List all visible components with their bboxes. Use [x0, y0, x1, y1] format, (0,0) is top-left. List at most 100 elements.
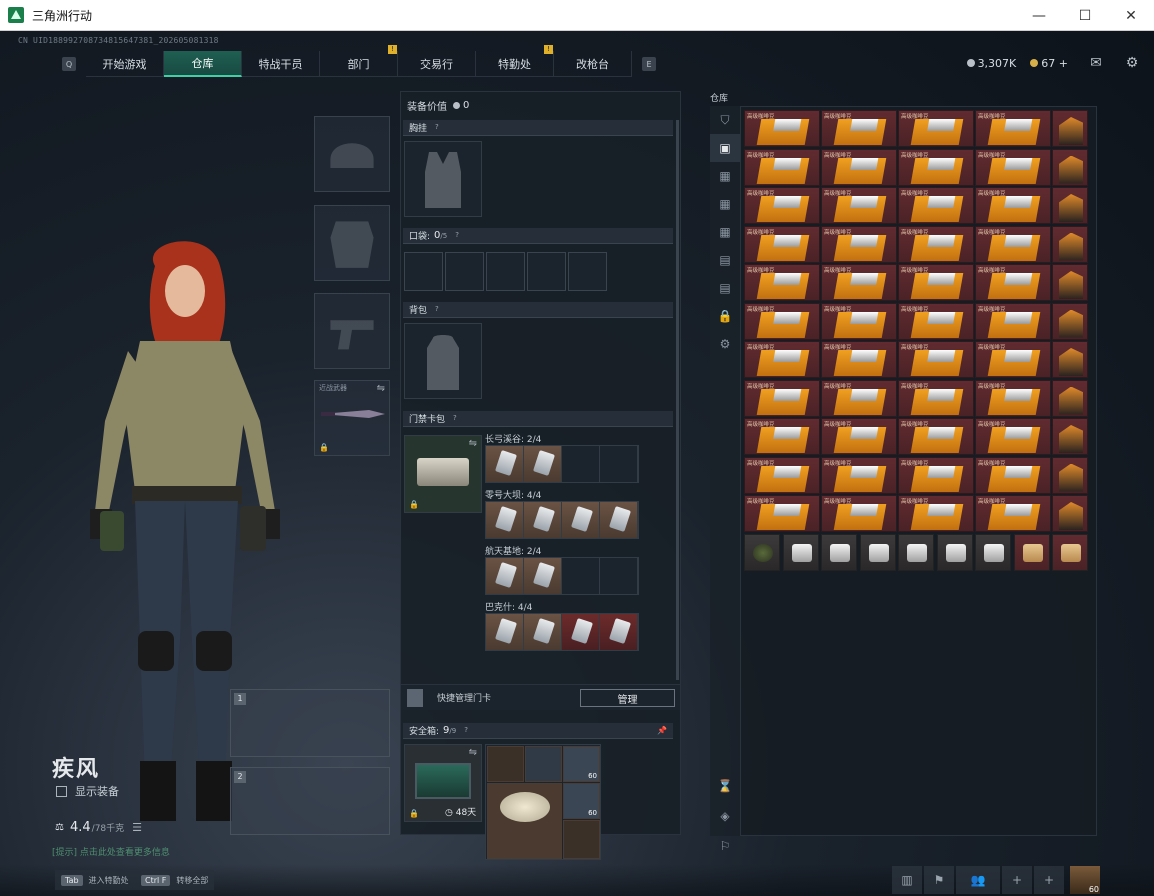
warehouse-item-coffee[interactable]: 高级咖啡豆	[975, 187, 1051, 224]
keycard-slot[interactable]	[600, 558, 638, 594]
keycard-case-slot[interactable]: ⇋ 🔒	[404, 435, 482, 513]
keycard-slot[interactable]	[486, 446, 524, 482]
warehouse-item-coffee-bag[interactable]	[1052, 495, 1088, 532]
warehouse-item-coffee[interactable]: 高级咖啡豆	[975, 225, 1051, 263]
warehouse-item-5[interactable]	[936, 533, 973, 571]
swap-icon[interactable]: ⇋	[469, 438, 477, 449]
pocket-slot[interactable]	[486, 252, 525, 291]
keycard-slot[interactable]	[600, 446, 638, 482]
warehouse-item-coffee[interactable]: 高级咖啡豆	[898, 264, 974, 301]
warehouse-item-0[interactable]	[744, 533, 780, 571]
warehouse-item-coffee[interactable]: 高级咖啡豆	[744, 148, 820, 186]
warehouse-item-coffee[interactable]: 高级咖啡豆	[975, 302, 1051, 340]
warehouse-item-coffee-bag[interactable]	[1052, 302, 1088, 340]
warehouse-item-coffee[interactable]: 高级咖啡豆	[898, 379, 974, 417]
grid4-icon[interactable]: ▤	[710, 246, 740, 274]
primary-weapon-slot-2[interactable]: 2	[230, 767, 390, 835]
settings-gear-icon[interactable]: ⚙	[1118, 55, 1146, 71]
warehouse-item-coffee-bag[interactable]	[1052, 187, 1088, 224]
checkbox[interactable]	[56, 785, 67, 797]
warehouse-item-2[interactable]	[821, 533, 857, 571]
warehouse-item-coffee[interactable]: 高级咖啡豆	[744, 110, 820, 147]
warehouse-item-coffee-bag[interactable]	[1052, 341, 1088, 378]
warehouse-item-coffee[interactable]: 高级咖啡豆	[821, 379, 897, 417]
tab-5[interactable]: 特勤处!	[476, 45, 554, 77]
keycard-slot[interactable]	[600, 614, 638, 650]
box-icon[interactable]: ▣	[710, 134, 740, 162]
warehouse-item-6[interactable]	[975, 533, 1011, 571]
help-icon[interactable]: ?	[435, 305, 444, 314]
warehouse-item-coffee[interactable]: 高级咖啡豆	[744, 456, 820, 494]
add-teammate-button[interactable]: +	[1034, 866, 1064, 894]
warehouse-item-coffee[interactable]: 高级咖啡豆	[975, 264, 1051, 301]
keycard-slot[interactable]	[524, 502, 562, 538]
keycard-slot[interactable]	[486, 558, 524, 594]
warehouse-item-1[interactable]	[782, 533, 819, 571]
keycard-slot[interactable]	[562, 558, 600, 594]
help-icon[interactable]: ?	[464, 726, 473, 735]
safe-item-cup[interactable]	[563, 820, 600, 859]
warehouse-item-coffee[interactable]: 高级咖啡豆	[898, 302, 974, 340]
warehouse-item-coffee[interactable]: 高级咖啡豆	[975, 148, 1051, 186]
warehouse-item-coffee[interactable]: 高级咖啡豆	[744, 187, 820, 224]
warehouse-item-coffee[interactable]: 高级咖啡豆	[744, 379, 820, 417]
warehouse-item-3[interactable]	[859, 533, 896, 571]
tab-4[interactable]: 交易行	[398, 51, 476, 77]
help-icon[interactable]: ?	[453, 414, 462, 423]
swap-icon[interactable]: ⇋	[469, 747, 477, 758]
warehouse-item-coffee-bag[interactable]	[1052, 456, 1088, 494]
keycard-slot[interactable]	[524, 614, 562, 650]
player-avatar[interactable]: 60	[1070, 866, 1100, 894]
minimize-button[interactable]: —	[1016, 0, 1062, 31]
warehouse-item-coffee[interactable]: 高级咖啡豆	[898, 187, 974, 224]
keycard-slot[interactable]	[562, 446, 600, 482]
warehouse-item-coffee[interactable]: 高级咖啡豆	[821, 225, 897, 263]
warehouse-item-coffee[interactable]: 高级咖啡豆	[898, 456, 974, 494]
warehouse-item-coffee[interactable]: 高级咖啡豆	[975, 341, 1051, 378]
warehouse-item-coffee-bag[interactable]	[1052, 148, 1088, 186]
pocket-slot[interactable]	[404, 252, 443, 291]
warehouse-item-coffee-bag[interactable]	[1052, 225, 1088, 263]
primary-weapon-slot-1[interactable]: 1	[230, 689, 390, 757]
backpack-slot[interactable]	[404, 323, 482, 399]
pocket-slot[interactable]	[568, 252, 607, 291]
safe-item-ammo-2[interactable]: 60	[563, 783, 600, 819]
layers-icon[interactable]: ◈	[710, 801, 740, 831]
mail-icon[interactable]: ✉	[1082, 55, 1110, 71]
warehouse-item-coffee[interactable]: 高级咖啡豆	[744, 302, 820, 340]
warehouse-item-coffee[interactable]: 高级咖啡豆	[898, 418, 974, 455]
warehouse-item-coffee[interactable]: 高级咖啡豆	[821, 110, 897, 147]
warehouse-item-coffee[interactable]: 高级咖啡豆	[821, 341, 897, 378]
show-equipment-toggle[interactable]: 显示装备	[56, 783, 119, 799]
tab-6[interactable]: 改枪台	[554, 51, 632, 77]
warehouse-item-coffee[interactable]: 高级咖啡豆	[975, 456, 1051, 494]
warehouse-item-coffee[interactable]: 高级咖啡豆	[898, 341, 974, 378]
warehouse-item-4[interactable]	[898, 533, 934, 571]
warehouse-item-coffee[interactable]: 高级咖啡豆	[744, 225, 820, 263]
keycard-slot[interactable]	[600, 502, 638, 538]
armor-slot[interactable]	[314, 205, 390, 281]
list-icon[interactable]: ☰	[132, 821, 142, 834]
help-icon[interactable]: ?	[435, 123, 444, 132]
warehouse-item-8[interactable]	[1052, 533, 1088, 571]
stats-icon[interactable]: ▥	[892, 866, 922, 894]
tab-2[interactable]: 特战干员	[242, 51, 320, 77]
warehouse-item-coffee[interactable]: 高级咖啡豆	[898, 110, 974, 147]
warehouse-item-coffee[interactable]: 高级咖啡豆	[821, 302, 897, 340]
safe-box-slot[interactable]: ⇋ 🔒 ◷ 48天	[404, 744, 482, 822]
warehouse-item-coffee[interactable]: 高级咖啡豆	[821, 495, 897, 532]
grid5-icon[interactable]: ▤	[710, 274, 740, 302]
keycard-slot[interactable]	[486, 502, 524, 538]
nav-next-key[interactable]: E	[642, 57, 656, 71]
hint-tab[interactable]: Tab 进入特勤处	[55, 870, 135, 890]
warehouse-item-coffee[interactable]: 高级咖啡豆	[821, 148, 897, 186]
warehouse-item-coffee[interactable]: 高级咖啡豆	[744, 495, 820, 532]
grid3-icon[interactable]: ▦	[710, 218, 740, 246]
safe-item-medal[interactable]	[487, 746, 524, 782]
filter-icon[interactable]: ⚐	[710, 831, 740, 861]
warehouse-item-coffee-bag[interactable]	[1052, 264, 1088, 301]
warehouse-item-coffee[interactable]: 高级咖啡豆	[898, 495, 974, 532]
swap-icon[interactable]: ⇋	[377, 383, 385, 394]
maximize-button[interactable]: ☐	[1062, 0, 1108, 31]
warehouse-item-coffee[interactable]: 高级咖啡豆	[821, 456, 897, 494]
